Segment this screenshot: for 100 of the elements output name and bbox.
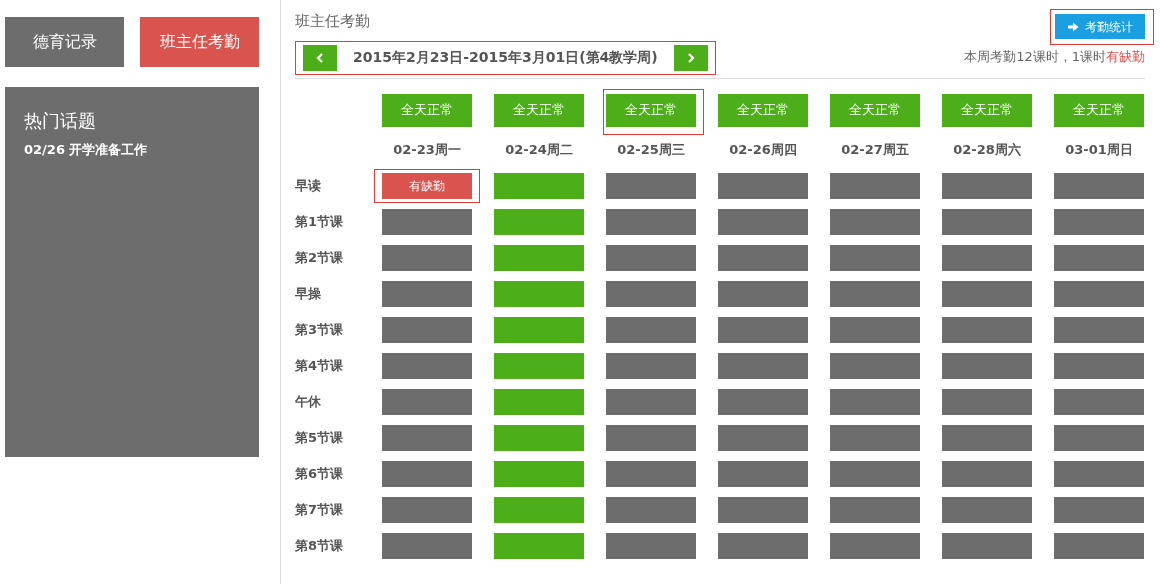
attendance-cell[interactable]: [1054, 208, 1144, 235]
panel-title: 热门话题: [24, 109, 97, 133]
attendance-cell[interactable]: [494, 316, 584, 343]
attendance-cell[interactable]: [718, 352, 808, 379]
attendance-cell[interactable]: [382, 352, 472, 379]
attendance-cell[interactable]: [606, 424, 696, 451]
attendance-cell[interactable]: [1054, 388, 1144, 415]
attendance-cell[interactable]: [942, 244, 1032, 271]
attendance-cell[interactable]: [494, 172, 584, 199]
chevron-right-icon: [686, 52, 695, 63]
day-status-button[interactable]: 全天正常: [830, 93, 920, 127]
attendance-cell[interactable]: [1054, 532, 1144, 559]
attendance-cell[interactable]: [830, 424, 920, 451]
attendance-cell[interactable]: [718, 388, 808, 415]
attendance-cell[interactable]: [494, 460, 584, 487]
attendance-cell[interactable]: [942, 172, 1032, 199]
attendance-cell[interactable]: [830, 316, 920, 343]
attendance-cell[interactable]: [382, 532, 472, 559]
attendance-cell[interactable]: [718, 532, 808, 559]
attendance-cell[interactable]: [830, 532, 920, 559]
day-header: 02-27周五: [840, 140, 910, 159]
attendance-cell[interactable]: [718, 460, 808, 487]
previous-week-button[interactable]: [303, 44, 337, 71]
attendance-cell[interactable]: [382, 316, 472, 343]
absence-button[interactable]: 有缺勤: [382, 172, 472, 199]
day-status-button[interactable]: 全天正常: [718, 93, 808, 127]
attendance-cell[interactable]: [942, 388, 1032, 415]
attendance-cell[interactable]: [494, 388, 584, 415]
next-week-button[interactable]: [673, 44, 708, 71]
period-label: 早操: [295, 284, 322, 303]
attendance-cell[interactable]: [382, 244, 472, 271]
attendance-cell[interactable]: [830, 496, 920, 523]
attendance-cell[interactable]: [830, 172, 920, 199]
attendance-cell[interactable]: [606, 532, 696, 559]
attendance-cell[interactable]: [606, 316, 696, 343]
attendance-cell[interactable]: [494, 496, 584, 523]
day-header: 02-25周三: [616, 140, 686, 159]
attendance-cell[interactable]: [942, 424, 1032, 451]
attendance-cell[interactable]: [942, 496, 1032, 523]
attendance-cell[interactable]: [606, 172, 696, 199]
attendance-cell[interactable]: [494, 424, 584, 451]
day-status-button[interactable]: 全天正常: [606, 93, 696, 127]
attendance-cell[interactable]: [830, 208, 920, 235]
attendance-cell[interactable]: [718, 208, 808, 235]
day-header: 02-24周二: [504, 140, 574, 159]
attendance-cell[interactable]: [942, 316, 1032, 343]
attendance-cell[interactable]: [942, 460, 1032, 487]
attendance-cell[interactable]: [606, 460, 696, 487]
absence-link[interactable]: 有缺勤: [1106, 49, 1145, 64]
attendance-cell[interactable]: [942, 280, 1032, 307]
attendance-cell[interactable]: [382, 424, 472, 451]
attendance-cell[interactable]: [1054, 496, 1144, 523]
attendance-cell[interactable]: [382, 280, 472, 307]
attendance-cell[interactable]: [382, 388, 472, 415]
attendance-cell[interactable]: [830, 280, 920, 307]
attendance-cell[interactable]: [1054, 352, 1144, 379]
attendance-cell[interactable]: [494, 244, 584, 271]
attendance-cell[interactable]: [942, 208, 1032, 235]
attendance-cell[interactable]: [718, 244, 808, 271]
attendance-cell[interactable]: [718, 316, 808, 343]
day-status-button[interactable]: 全天正常: [494, 93, 584, 127]
attendance-cell[interactable]: [1054, 424, 1144, 451]
attendance-cell[interactable]: [1054, 316, 1144, 343]
attendance-cell[interactable]: [942, 352, 1032, 379]
attendance-cell[interactable]: [718, 424, 808, 451]
attendance-cell[interactable]: [606, 388, 696, 415]
attendance-cell[interactable]: [494, 208, 584, 235]
attendance-cell[interactable]: [1054, 460, 1144, 487]
attendance-cell[interactable]: [942, 532, 1032, 559]
attendance-cell[interactable]: [382, 460, 472, 487]
day-header: 02-26周四: [728, 140, 798, 159]
sidebar-tab[interactable]: 班主任考勤: [140, 17, 259, 67]
day-header: 03-01周日: [1064, 140, 1134, 159]
attendance-cell[interactable]: [1054, 280, 1144, 307]
attendance-cell[interactable]: [1054, 244, 1144, 271]
attendance-cell[interactable]: [494, 352, 584, 379]
attendance-cell[interactable]: [1054, 172, 1144, 199]
day-status-button[interactable]: 全天正常: [382, 93, 472, 127]
attendance-cell[interactable]: [606, 280, 696, 307]
attendance-cell[interactable]: [718, 280, 808, 307]
attendance-cell[interactable]: [606, 496, 696, 523]
attendance-cell[interactable]: [830, 244, 920, 271]
attendance-cell[interactable]: [606, 352, 696, 379]
attendance-cell[interactable]: [830, 388, 920, 415]
day-status-button[interactable]: 全天正常: [942, 93, 1032, 127]
attendance-cell[interactable]: [494, 280, 584, 307]
attendance-cell[interactable]: [606, 208, 696, 235]
topic-link[interactable]: 02/26 开学准备工作: [24, 140, 240, 160]
statistics-button[interactable]: 考勤统计: [1055, 14, 1145, 39]
attendance-cell[interactable]: [830, 460, 920, 487]
sidebar-tab[interactable]: 德育记录: [5, 17, 124, 67]
attendance-cell[interactable]: [494, 532, 584, 559]
attendance-cell[interactable]: [606, 244, 696, 271]
attendance-cell[interactable]: [830, 352, 920, 379]
attendance-cell[interactable]: [718, 172, 808, 199]
attendance-cell[interactable]: [382, 496, 472, 523]
attendance-cell[interactable]: [718, 496, 808, 523]
period-label: 第3节课: [295, 320, 345, 339]
attendance-cell[interactable]: [382, 208, 472, 235]
day-status-button[interactable]: 全天正常: [1054, 93, 1144, 127]
